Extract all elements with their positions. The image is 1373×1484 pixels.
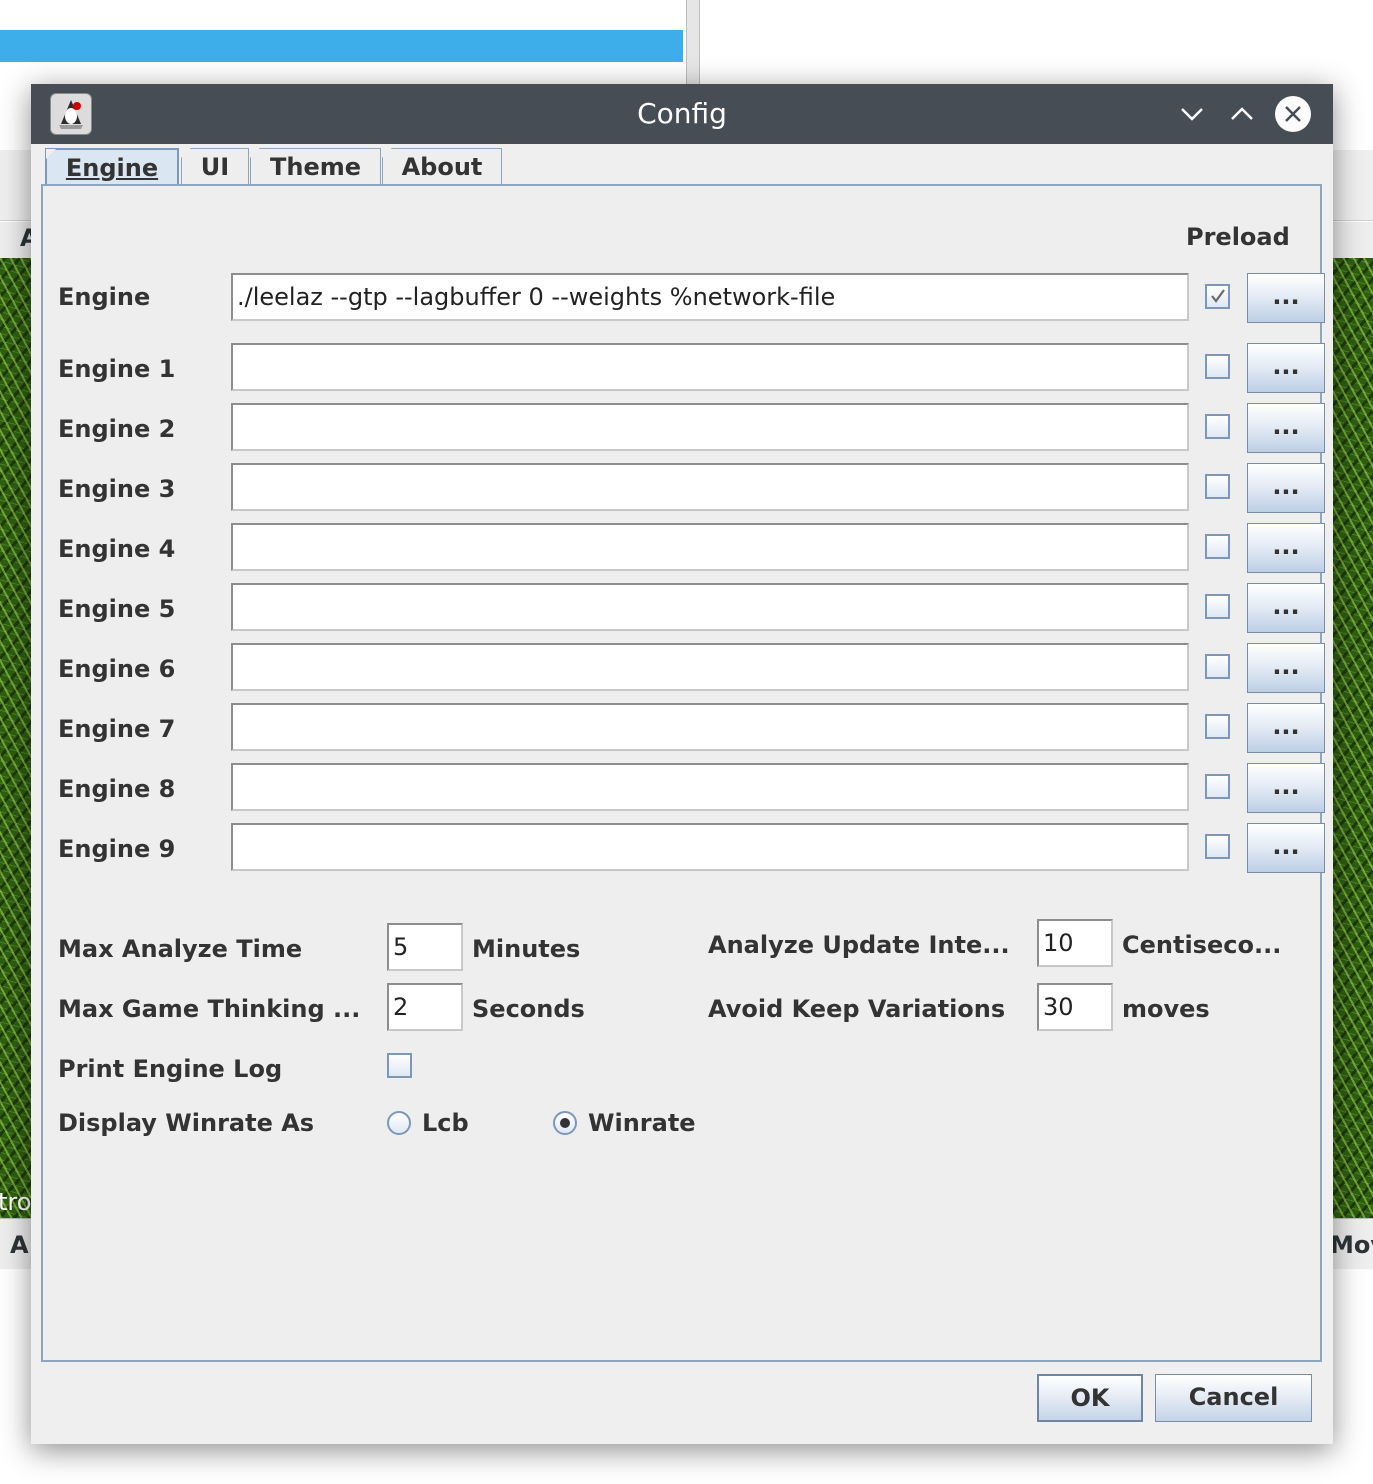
engine-1-label: Engine 1 [58, 355, 176, 383]
cancel-button[interactable]: Cancel [1155, 1374, 1312, 1422]
background-toolbar-right [1333, 150, 1373, 221]
engine-3-browse-button[interactable]: ... [1247, 463, 1325, 513]
background-splitter [686, 0, 700, 84]
engine-5-command-input[interactable] [231, 583, 1189, 631]
engine-2-label: Engine 2 [58, 415, 176, 443]
engine-6-preload-checkbox[interactable] [1205, 654, 1230, 679]
engine-9-preload-checkbox[interactable] [1205, 834, 1230, 859]
engine-8-preload-checkbox[interactable] [1205, 774, 1230, 799]
background-statusbar-left: A [0, 1218, 31, 1269]
chevron-down-icon [1181, 108, 1203, 121]
engine-7-command-input[interactable] [231, 703, 1189, 751]
engine-4-preload-checkbox[interactable] [1205, 534, 1230, 559]
config-dialog: Config Engine UI Theme About Preload Eng… [31, 84, 1333, 1444]
engine-3-label: Engine 3 [58, 475, 176, 503]
background-board-caption: tro [0, 1188, 32, 1216]
engine-2-command-input[interactable] [231, 403, 1189, 451]
close-button[interactable] [1273, 94, 1313, 134]
background-label-strip-right [1333, 222, 1373, 258]
chevron-up-icon [1231, 107, 1253, 120]
background-status-left-label: A [10, 1231, 29, 1259]
engine-7-label: Engine 7 [58, 715, 176, 743]
engine-2-preload-checkbox[interactable] [1205, 414, 1230, 439]
engine-tab-panel: Preload Engine ./leelaz --gtp --lagbuffe… [41, 184, 1325, 1362]
engine-label: Engine [58, 283, 151, 311]
engine-8-command-input[interactable] [231, 763, 1189, 811]
display-winrate-as-label: Display Winrate As [58, 1109, 315, 1137]
close-icon [1275, 96, 1311, 132]
lcb-radio-label[interactable]: Lcb [422, 1108, 469, 1138]
engine-9-browse-button[interactable]: ... [1247, 823, 1325, 873]
max-analyze-time-label: Max Analyze Time [58, 935, 303, 963]
analyze-update-interval-label: Analyze Update Inte... [708, 931, 1010, 959]
print-engine-log-label: Print Engine Log [58, 1055, 283, 1083]
max-game-thinking-label: Max Game Thinking ... [58, 995, 361, 1023]
engine-8-label: Engine 8 [58, 775, 176, 803]
engine-4-browse-button[interactable]: ... [1247, 523, 1325, 573]
background-label-strip-left: A [0, 222, 39, 258]
dialog-titlebar[interactable]: Config [31, 84, 1333, 144]
engine-7-preload-checkbox[interactable] [1205, 714, 1230, 739]
max-analyze-time-input[interactable]: 5 [387, 923, 463, 971]
avoid-keep-variations-input[interactable]: 30 [1037, 983, 1113, 1031]
print-engine-log-checkbox[interactable] [387, 1053, 412, 1078]
minimize-button[interactable] [1172, 94, 1212, 134]
winrate-radio[interactable] [553, 1111, 577, 1135]
background-statusbar-right: Mov [1330, 1218, 1373, 1269]
engine-command-input[interactable]: ./leelaz --gtp --lagbuffer 0 --weights %… [231, 273, 1189, 321]
engine-4-command-input[interactable] [231, 523, 1189, 571]
max-game-thinking-unit: Seconds [472, 995, 585, 1023]
analyze-update-interval-input[interactable]: 10 [1037, 919, 1113, 967]
engine-3-command-input[interactable] [231, 463, 1189, 511]
engine-6-browse-button[interactable]: ... [1247, 643, 1325, 693]
engine-7-browse-button[interactable]: ... [1247, 703, 1325, 753]
background-board-image-right [1333, 258, 1373, 1218]
engine-4-label: Engine 4 [58, 535, 176, 563]
background-status-right-label: Mov [1330, 1231, 1373, 1259]
engine-preload-checkbox[interactable] [1205, 284, 1230, 309]
max-analyze-time-unit: Minutes [472, 935, 581, 963]
background-selection-bar [0, 30, 683, 62]
ok-button[interactable]: OK [1037, 1374, 1143, 1422]
engine-5-label: Engine 5 [58, 595, 176, 623]
radio-selected-dot [560, 1118, 570, 1128]
avoid-keep-variations-label: Avoid Keep Variations [708, 995, 1006, 1023]
checkmark-icon [1211, 289, 1225, 303]
engine-1-command-input[interactable] [231, 343, 1189, 391]
engine-5-preload-checkbox[interactable] [1205, 594, 1230, 619]
engine-2-browse-button[interactable]: ... [1247, 403, 1325, 453]
maximize-button[interactable] [1222, 94, 1262, 134]
dialog-title: Config [637, 97, 727, 130]
tab-about[interactable]: About [382, 148, 502, 184]
max-game-thinking-input[interactable]: 2 [387, 983, 463, 1031]
engine-6-label: Engine 6 [58, 655, 176, 683]
engine-8-browse-button[interactable]: ... [1247, 763, 1325, 813]
background-window-right [700, 0, 1373, 84]
engine-1-preload-checkbox[interactable] [1205, 354, 1230, 379]
background-board-image-left: tro [0, 258, 31, 1218]
engine-5-browse-button[interactable]: ... [1247, 583, 1325, 633]
lcb-radio[interactable] [387, 1111, 411, 1135]
engine-3-preload-checkbox[interactable] [1205, 474, 1230, 499]
background-toolbar-left [0, 150, 31, 221]
tab-ui[interactable]: UI [181, 148, 249, 184]
engine-9-label: Engine 9 [58, 835, 176, 863]
engine-6-command-input[interactable] [231, 643, 1189, 691]
engine-browse-button[interactable]: ... [1247, 273, 1325, 323]
winrate-radio-label[interactable]: Winrate [588, 1108, 696, 1138]
tab-engine[interactable]: Engine [45, 148, 179, 184]
engine-1-browse-button[interactable]: ... [1247, 343, 1325, 393]
engine-9-command-input[interactable] [231, 823, 1189, 871]
avoid-keep-variations-unit: moves [1122, 995, 1210, 1023]
analyze-update-interval-unit: Centiseco... [1122, 931, 1282, 959]
tab-theme[interactable]: Theme [250, 148, 381, 184]
preload-header: Preload [1186, 223, 1290, 251]
